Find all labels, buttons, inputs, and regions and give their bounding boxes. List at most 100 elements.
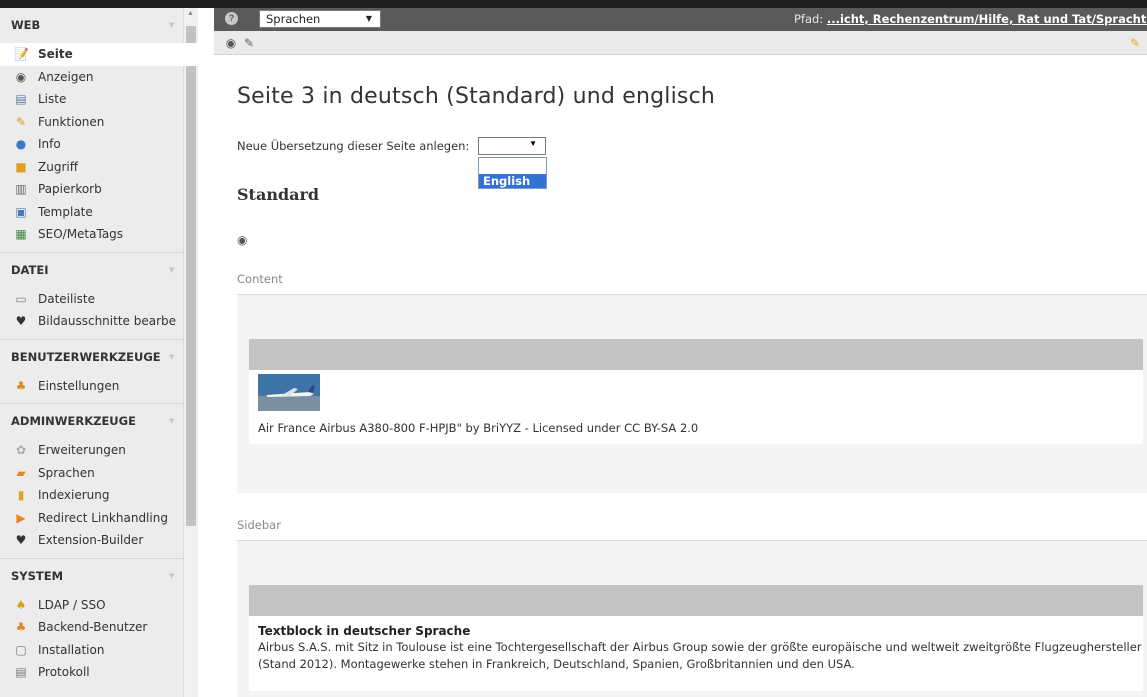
wand-icon: ✎ [15, 114, 27, 129]
collapse-caret-icon[interactable]: ▼ [169, 340, 174, 375]
group-title-benutzerwerkzeuge[interactable]: BENUTZERWERKZEUGE ▼ [0, 340, 198, 375]
module-item-dateiliste[interactable]: ▭ Dateiliste [0, 288, 198, 311]
list-icon: ▤ [15, 92, 27, 106]
text-element-body: Airbus S.A.S. mit Sitz in Toulouse ist e… [258, 640, 1142, 671]
view-language-icon[interactable]: ◉ [237, 233, 247, 247]
module-item-ldap-sso[interactable]: ♠ LDAP / SSO [0, 594, 198, 617]
module-menu: ▲ WEB ▼ 📝 Seite ◉ Anzeigen ▤ Liste ✎ Funktion… [0, 8, 198, 697]
module-item-label: Info [38, 137, 61, 151]
module-item-extension-builder[interactable]: ♥ Extension-Builder [0, 529, 198, 552]
module-item-label: Extension-Builder [38, 533, 144, 547]
language-option-english[interactable]: English [479, 174, 546, 188]
module-item-label: Einstellungen [38, 378, 120, 393]
docheader: ? Sprachen ▼ Pfad: ...icht, Rechenzentru… [214, 8, 1147, 31]
module-item-seite[interactable]: 📝 Seite [0, 43, 198, 66]
view-select[interactable]: Sprachen ▼ [259, 10, 381, 28]
language-select[interactable]: ▼ [478, 137, 546, 155]
module-item-funktionen[interactable]: ✎ Funktionen [0, 111, 198, 134]
page-edit-icon: 📝 [14, 47, 29, 61]
edit-page-icon[interactable]: ✎ [242, 36, 256, 50]
column-label-sidebar: Sidebar [237, 518, 281, 532]
module-group-system: SYSTEM ▼ ♠ LDAP / SSO ♣ Backend-Benutzer ▢ I… [0, 559, 198, 690]
module-item-label: SEO/MetaTags [38, 227, 124, 241]
module-group-benutzerwerkzeuge: BENUTZERWERKZEUGE ▼ ♣ Einstellungen [0, 340, 198, 404]
lock-icon: ■ [15, 159, 27, 174]
module-item-label: LDAP / SSO [38, 597, 106, 612]
module-item-installation[interactable]: ▢ Installation [0, 639, 198, 662]
module-item-label: Installation [38, 642, 105, 657]
module-item-papierkorb[interactable]: ▥ Papierkorb [0, 178, 198, 201]
collapse-caret-icon[interactable]: ▼ [169, 253, 174, 288]
module-item-bildausschnitte[interactable]: ♥ Bildausschnitte bearbe [0, 310, 198, 333]
chevron-down-icon: ▼ [365, 14, 372, 23]
group-title-datei[interactable]: DATEI ▼ [0, 253, 198, 288]
top-strip [0, 0, 1147, 8]
language-option-empty[interactable] [479, 158, 546, 174]
module-item-label: Zugriff [38, 159, 78, 174]
shortcut-icon[interactable]: ✎ [1128, 36, 1142, 50]
module-item-label: Seite [38, 47, 73, 61]
collapse-caret-icon[interactable]: ▼ [169, 404, 174, 439]
log-icon: ▤ [15, 665, 27, 679]
bar-chart-icon: ▮ [17, 488, 25, 502]
extension-icon: ♥ [15, 533, 27, 547]
collapse-caret-icon[interactable]: ▼ [169, 559, 174, 594]
standard-heading: Standard [237, 185, 320, 204]
user-settings-icon: ♣ [15, 378, 27, 393]
group-title-web[interactable]: WEB ▼ [0, 8, 198, 43]
module-item-label: Indexierung [38, 488, 110, 502]
collapse-caret-icon[interactable]: ▼ [169, 8, 174, 43]
seo-icon: ▦ [15, 227, 27, 241]
content-element-image[interactable]: Air France Airbus A380-800 F-HPJB" by Br… [249, 370, 1143, 444]
text-element-title: Textblock in deutscher Sprache [258, 624, 471, 638]
module-item-anzeigen[interactable]: ◉ Anzeigen [0, 66, 198, 89]
breadcrumb: Pfad: ...icht, Rechenzentrum/Hilfe, Rat … [794, 8, 1147, 31]
module-item-info[interactable]: ● Info [0, 133, 198, 156]
module-item-label: Protokoll [38, 665, 90, 679]
module-item-label: Anzeigen [38, 69, 94, 84]
module-item-einstellungen[interactable]: ♣ Einstellungen [0, 375, 198, 398]
content-element-text[interactable]: Textblock in deutscher Sprache Airbus S.… [249, 616, 1143, 691]
module-item-liste[interactable]: ▤ Liste [0, 88, 198, 111]
module-item-sprachen[interactable]: ▰ Sprachen [0, 462, 198, 485]
install-icon: ▢ [15, 642, 27, 657]
module-item-erweiterungen[interactable]: ✿ Erweiterungen [0, 439, 198, 462]
info-icon: ● [15, 137, 27, 151]
template-icon: ▣ [15, 204, 27, 219]
module-item-label: Template [38, 204, 93, 219]
module-group-datei: DATEI ▼ ▭ Dateiliste ♥ Bildausschnitte bear… [0, 253, 198, 340]
module-item-label: Dateiliste [38, 291, 96, 306]
module-group-adminwerkzeuge: ADMINWERKZEUGE ▼ ✿ Erweiterungen ▰ Sprachen… [0, 404, 198, 559]
column-label-content: Content [237, 272, 283, 286]
module-item-indexierung[interactable]: ▮ Indexierung [0, 484, 198, 507]
trash-icon: ▥ [15, 182, 27, 196]
module-item-protokoll[interactable]: ▤ Protokoll [0, 661, 198, 684]
module-group-web: WEB ▼ 📝 Seite ◉ Anzeigen ▤ Liste ✎ Funktionen… [0, 8, 198, 253]
users-icon: ♣ [15, 620, 27, 634]
module-item-label: Backend-Benutzer [38, 620, 148, 634]
module-item-label: Papierkorb [38, 182, 102, 196]
ldap-icon: ♠ [15, 597, 27, 612]
module-item-label: Liste [38, 92, 67, 106]
module-item-seo-metatags[interactable]: ▦ SEO/MetaTags [0, 223, 198, 246]
view-select-value: Sprachen [266, 12, 321, 26]
path-label: Pfad: [794, 12, 827, 26]
group-title-adminwerkzeuge[interactable]: ADMINWERKZEUGE ▼ [0, 404, 198, 439]
new-translation-label: Neue Übersetzung dieser Seite anlegen: [237, 139, 470, 153]
group-title-system[interactable]: SYSTEM ▼ [0, 559, 198, 594]
content-element-header[interactable] [249, 585, 1143, 616]
module-item-backend-benutzer[interactable]: ♣ Backend-Benutzer [0, 616, 198, 639]
chevron-down-icon: ▼ [529, 139, 537, 148]
help-icon[interactable]: ? [225, 12, 238, 25]
module-item-label: Erweiterungen [38, 443, 126, 457]
module-item-redirect-linkhandling[interactable]: ▶ Redirect Linkhandling [0, 507, 198, 530]
puzzle-icon: ✿ [15, 443, 27, 457]
module-item-template[interactable]: ▣ Template [0, 201, 198, 224]
extension-icon: ♥ [15, 314, 27, 328]
module-item-zugriff[interactable]: ■ Zugriff [0, 156, 198, 179]
view-page-icon[interactable]: ◉ [224, 36, 238, 50]
path-link[interactable]: ...icht, Rechenzentrum/Hilfe, Rat und Ta… [827, 12, 1147, 26]
content-element-header[interactable] [249, 339, 1143, 370]
content-area: Seite 3 in deutsch (Standard) und englis… [214, 55, 1147, 697]
folder-icon: ▭ [15, 291, 27, 306]
